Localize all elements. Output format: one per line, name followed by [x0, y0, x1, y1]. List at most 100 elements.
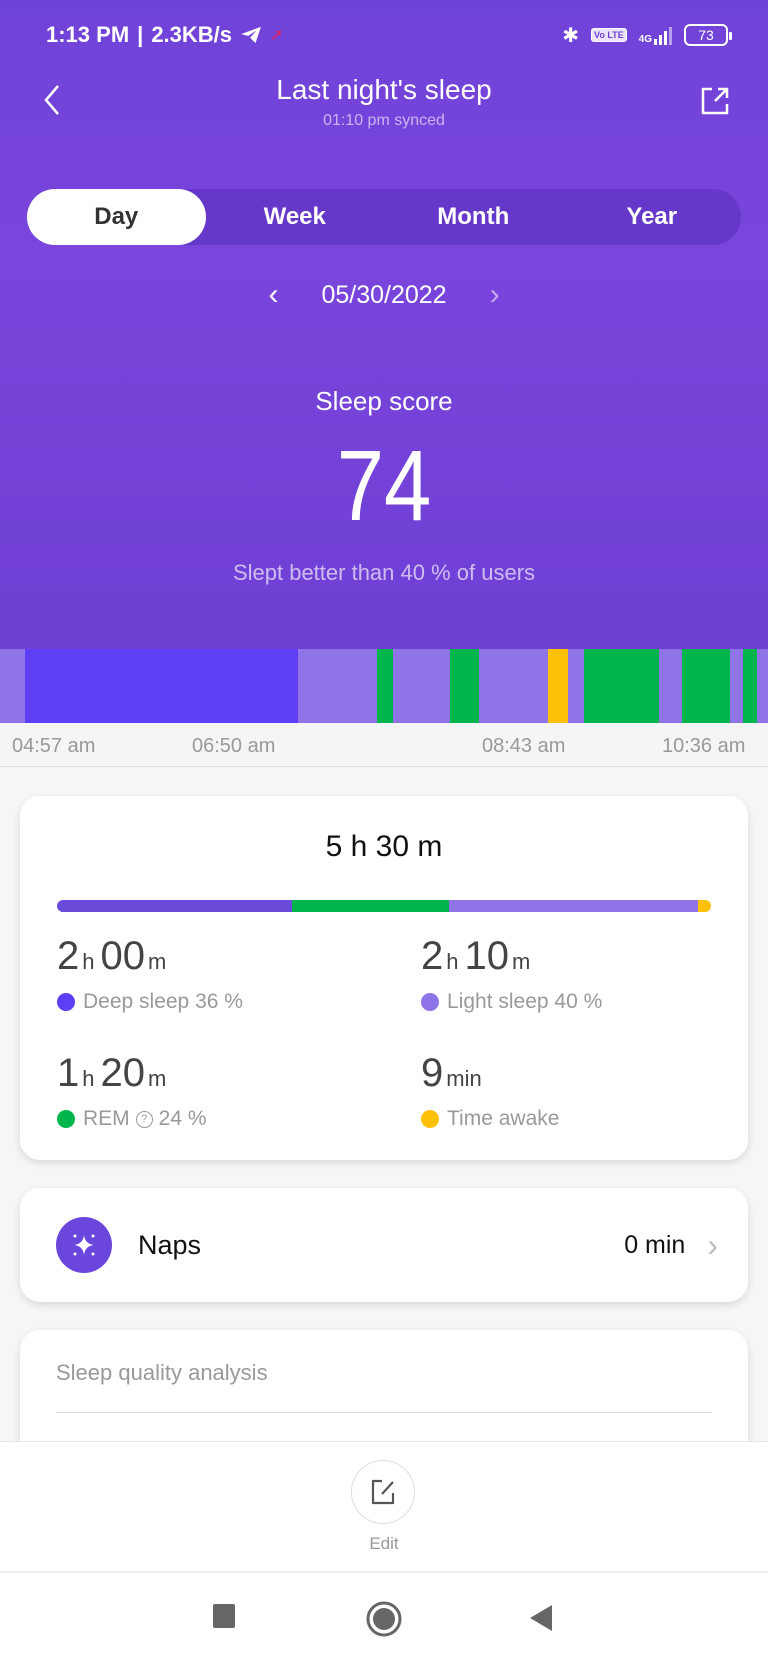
- light-sleep-dot: [421, 993, 439, 1011]
- stage-segment-light[interactable]: [297, 649, 378, 723]
- unit-h: h: [82, 1066, 95, 1091]
- bottom-action-bar: Edit: [0, 1441, 768, 1571]
- quality-title: Sleep quality analysis: [56, 1360, 268, 1385]
- battery-icon: 73: [684, 24, 732, 46]
- rem-dot: [57, 1110, 75, 1128]
- unit-min: min: [446, 1066, 482, 1091]
- deep-hours: 2: [57, 934, 80, 978]
- stage-segment-light[interactable]: [479, 649, 549, 723]
- chevron-right-icon: ›: [707, 1226, 718, 1263]
- awake-minutes: 9: [421, 1051, 444, 1095]
- tab-day[interactable]: Day: [27, 189, 206, 245]
- back-nav-button[interactable]: [528, 1603, 554, 1633]
- page-title: Last night's sleep: [276, 74, 492, 105]
- total-sleep-duration: 5 h 30 m: [325, 830, 443, 863]
- awake-label: Time awake: [447, 1107, 560, 1130]
- deep-sleep-dot: [57, 993, 75, 1011]
- edit-label: Edit: [369, 1534, 399, 1553]
- breakdown-segment-light: [449, 900, 698, 912]
- system-nav-bar: [0, 1571, 768, 1664]
- deep-sleep-stat: 2 h 00 m Deep sleep 36 %: [57, 934, 243, 1014]
- sleep-score-label: Sleep score: [315, 386, 453, 416]
- next-date-button[interactable]: ›: [483, 278, 507, 312]
- edit-icon: [371, 1479, 395, 1505]
- sync-status: 01:10 pm synced: [323, 112, 445, 129]
- hero-header: 1:13 PM | 2.3KB/s ➚ ✱ Vo LTE 4G 73 Last …: [0, 0, 768, 649]
- stage-segment-light[interactable]: [568, 649, 585, 723]
- network-type: 4G: [638, 34, 652, 45]
- stage-segment-light[interactable]: [658, 649, 683, 723]
- status-time: 1:13 PM: [46, 22, 130, 47]
- sleep-stage-timeline[interactable]: [0, 649, 768, 723]
- unit-h: h: [82, 949, 95, 974]
- battery-level: 73: [698, 27, 714, 43]
- breakdown-segment-deep: [57, 900, 293, 912]
- stage-segment-rem[interactable]: [681, 649, 731, 723]
- stage-segment-light[interactable]: [757, 649, 768, 723]
- edit-button[interactable]: [351, 1460, 415, 1524]
- tab-week[interactable]: Week: [206, 189, 385, 245]
- sleep-score-value: 74: [336, 430, 432, 542]
- axis-label: 10:36 am: [662, 735, 746, 757]
- rem-hours: 1: [57, 1051, 80, 1095]
- help-icon[interactable]: ?: [135, 1110, 153, 1128]
- divider: [56, 1412, 712, 1413]
- stage-breakdown-bar: [57, 900, 711, 912]
- light-sleep-stat: 2 h 10 m Light sleep 40 %: [421, 934, 602, 1014]
- awake-stat: 9 min Time awake: [421, 1051, 559, 1131]
- status-separator: |: [137, 22, 144, 47]
- status-bar: 1:13 PM | 2.3KB/s ➚ ✱ Vo LTE 4G 73: [46, 18, 732, 52]
- rem-minutes: 20: [100, 1051, 146, 1095]
- timeline-axis: 04:57 am 06:50 am 08:43 am 10:36 am: [0, 723, 768, 767]
- unit-m: m: [148, 949, 167, 974]
- stage-segment-light[interactable]: [393, 649, 451, 723]
- naps-sparkle-icon: [56, 1217, 112, 1273]
- rem-stat: 1 h 20 m REM? 24 %: [57, 1051, 207, 1131]
- home-button[interactable]: [366, 1601, 402, 1637]
- awake-dot: [421, 1110, 439, 1128]
- volte-icon: Vo LTE: [590, 28, 627, 42]
- bluetooth-icon: ✱: [562, 24, 579, 47]
- stage-segment-rem[interactable]: [377, 649, 394, 723]
- stage-segment-rem[interactable]: [583, 649, 660, 723]
- deep-minutes: 00: [100, 934, 146, 978]
- tab-month[interactable]: Month: [384, 189, 563, 245]
- unit-h: h: [446, 949, 459, 974]
- telegram-icon: [241, 26, 261, 44]
- axis-label: 04:57 am: [12, 735, 96, 757]
- stage-segment-light[interactable]: [730, 649, 744, 723]
- light-minutes: 10: [464, 934, 510, 978]
- light-hours: 2: [421, 934, 444, 978]
- light-sleep-label: Light sleep 40 %: [447, 990, 603, 1013]
- naps-label: Naps: [138, 1229, 202, 1260]
- stage-segment-rem[interactable]: [450, 649, 480, 723]
- date-navigator: ‹ 05/30/2022 ›: [0, 278, 768, 312]
- naps-value: 0 min: [624, 1230, 686, 1259]
- unit-m: m: [148, 1066, 167, 1091]
- naps-row[interactable]: Naps 0 min ›: [20, 1188, 748, 1302]
- current-date: 05/30/2022: [321, 280, 447, 309]
- score-comparison: Slept better than 40 % of users: [232, 560, 536, 585]
- stage-segment-deep[interactable]: [25, 649, 299, 723]
- axis-label: 08:43 am: [482, 735, 566, 757]
- breakdown-segment-awake: [697, 900, 711, 912]
- axis-label: 06:50 am: [192, 735, 276, 757]
- location-off-icon: ➚: [270, 27, 284, 44]
- status-net-speed: 2.3KB/s: [151, 22, 233, 47]
- period-tabs: Day Week Month Year: [27, 189, 741, 245]
- prev-date-button[interactable]: ‹: [261, 278, 285, 312]
- tab-year[interactable]: Year: [563, 189, 742, 245]
- stage-segment-rem[interactable]: [742, 649, 758, 723]
- deep-sleep-label: Deep sleep 36 %: [83, 990, 243, 1013]
- breakdown-segment-rem: [292, 900, 450, 912]
- top-bar: Last night's sleep 01:10 pm synced: [0, 70, 768, 140]
- sleep-summary-card: 5 h 30 m 2 h 00 m Deep sleep 36 % 2 h 10 m Lig…: [20, 796, 748, 1160]
- rem-label: REM: [83, 1107, 130, 1130]
- rem-percent: 24 %: [158, 1107, 207, 1130]
- recents-button[interactable]: [212, 1603, 236, 1629]
- stage-segment-light[interactable]: [0, 649, 26, 723]
- stage-segment-awake[interactable]: [548, 649, 569, 723]
- unit-m: m: [512, 949, 531, 974]
- share-button[interactable]: [698, 84, 732, 118]
- signal-icon: [654, 25, 672, 45]
